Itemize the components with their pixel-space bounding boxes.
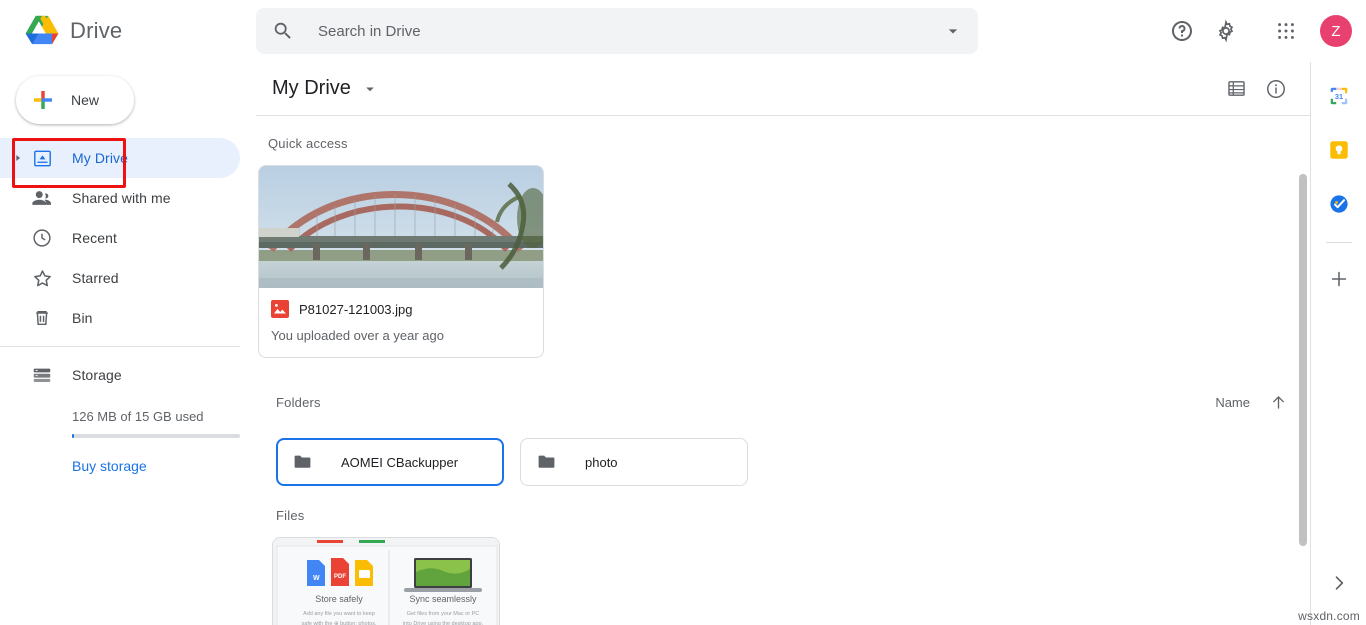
get-started-pdf-thumbnail: W PDF Store safely Add any file you want… xyxy=(273,538,499,625)
plus-icon xyxy=(31,88,55,112)
help-circle-icon[interactable] xyxy=(1160,9,1204,53)
arrow-up-icon[interactable] xyxy=(1260,384,1296,420)
search-bar[interactable] xyxy=(256,8,978,54)
sidebar-item-label: My Drive xyxy=(72,150,129,166)
expand-triangle-icon[interactable] xyxy=(6,153,30,163)
sidebar-item-my-drive[interactable]: My Drive xyxy=(0,138,240,178)
breadcrumb[interactable]: My Drive xyxy=(268,73,385,104)
folder-tile[interactable]: AOMEI CBackupper xyxy=(276,438,504,486)
search-icon xyxy=(272,20,294,42)
sidebar-item-shared-with-me[interactable]: Shared with me xyxy=(0,178,240,218)
sidebar-nav: My Drive Shared with me Recent Starred B… xyxy=(0,138,256,476)
trash-icon xyxy=(30,306,54,330)
info-circle-icon[interactable] xyxy=(1256,69,1296,109)
folder-tiles: AOMEI CBackupper photo xyxy=(276,438,1310,486)
brand-name: Drive xyxy=(70,18,123,43)
sort-control[interactable]: Name xyxy=(1215,384,1296,420)
top-bar: Drive Search in Drive Z xyxy=(0,0,1366,62)
vertical-scrollbar[interactable] xyxy=(1296,170,1310,625)
folder-tile[interactable]: photo xyxy=(520,438,748,486)
google-calendar-icon[interactable]: 31 xyxy=(1319,76,1359,116)
buy-storage-link[interactable]: Buy storage xyxy=(72,458,147,474)
svg-text:Get files from your Mac or PC: Get files from your Mac or PC xyxy=(407,611,479,617)
sidebar-item-label: Starred xyxy=(72,270,119,286)
new-button[interactable]: New xyxy=(16,76,134,124)
google-keep-icon[interactable] xyxy=(1319,130,1359,170)
avatar[interactable]: Z xyxy=(1320,15,1352,47)
content-scroll-area: Quick access P81027-121003.jpg You uploa… xyxy=(256,116,1310,625)
sidebar-item-storage[interactable]: Storage xyxy=(0,355,240,395)
add-app-plus-icon[interactable] xyxy=(1319,259,1359,299)
quick-access-card[interactable]: P81027-121003.jpg You uploaded over a ye… xyxy=(258,165,544,358)
google-drive-logo xyxy=(22,13,62,49)
watermark: wsxdn.com xyxy=(1298,609,1360,623)
sidebar-item-label: Storage xyxy=(72,367,122,383)
sidebar-item-label: Shared with me xyxy=(72,190,171,206)
search-options-chevron-down-icon[interactable] xyxy=(938,16,968,46)
star-icon xyxy=(30,266,54,290)
breadcrumb-chevron-down-icon[interactable] xyxy=(361,80,379,98)
clock-icon xyxy=(30,226,54,250)
quick-access-row: P81027-121003.jpg You uploaded over a ye… xyxy=(258,165,1310,358)
svg-text:PDF: PDF xyxy=(334,574,346,580)
main-header: My Drive xyxy=(256,62,1310,116)
sidebar-item-bin[interactable]: Bin xyxy=(0,298,240,338)
shared-with-me-icon xyxy=(30,186,54,210)
svg-text:Add any file you want to keep: Add any file you want to keep xyxy=(303,611,375,617)
folders-label: Folders xyxy=(276,394,321,410)
new-button-area: New xyxy=(0,62,256,188)
storage-progress-fill xyxy=(72,434,74,438)
file-card[interactable]: W PDF Store safely Add any file you want… xyxy=(272,537,500,625)
sidebar-item-starred[interactable]: Starred xyxy=(0,258,240,298)
quick-access-card-meta: P81027-121003.jpg You uploaded over a ye… xyxy=(259,288,543,357)
sidebar-item-label: Recent xyxy=(72,230,117,246)
svg-text:W: W xyxy=(313,575,320,582)
apps-grid-icon[interactable] xyxy=(1264,9,1308,53)
sidebar-divider xyxy=(0,346,240,347)
storage-usage-text: 126 MB of 15 GB used xyxy=(72,409,204,424)
gear-icon[interactable] xyxy=(1204,9,1248,53)
right-panel-divider xyxy=(1325,242,1352,243)
quick-access-label: Quick access xyxy=(268,136,348,151)
folder-icon xyxy=(293,452,313,472)
new-button-label: New xyxy=(71,92,100,108)
quick-access-file-name: P81027-121003.jpg xyxy=(299,301,413,317)
right-side-panel: 31 xyxy=(1310,62,1366,625)
brand[interactable]: Drive xyxy=(0,13,256,49)
bridge-photo-thumbnail xyxy=(259,166,543,288)
scrollbar-thumb[interactable] xyxy=(1299,174,1307,546)
svg-text:safe with the ⊕ button: photos: safe with the ⊕ button: photos, xyxy=(302,621,377,625)
svg-text:Sync seamlessly: Sync seamlessly xyxy=(409,594,477,604)
folder-icon xyxy=(537,452,557,472)
left-sidebar: New My Drive Shared with me Recent Starr… xyxy=(0,62,256,625)
main-content: My Drive Quick access P81027-121003.jpg … xyxy=(256,62,1310,625)
quick-access-file-subtitle: You uploaded over a year ago xyxy=(271,328,444,343)
folders-header-row: Folders Name xyxy=(276,384,1296,420)
sidebar-item-recent[interactable]: Recent xyxy=(0,218,240,258)
storage-progress-bar xyxy=(72,434,240,438)
folder-name: AOMEI CBackupper xyxy=(341,454,459,470)
svg-text:31: 31 xyxy=(1334,92,1342,101)
my-drive-icon xyxy=(30,146,54,170)
storage-icon xyxy=(30,363,54,387)
folder-name: photo xyxy=(585,454,618,470)
google-tasks-icon[interactable] xyxy=(1319,184,1359,224)
list-view-icon[interactable] xyxy=(1216,69,1256,109)
files-label: Files xyxy=(276,508,305,523)
image-file-icon xyxy=(271,300,289,318)
svg-text:Store safely: Store safely xyxy=(315,594,363,604)
search-input[interactable] xyxy=(294,22,938,40)
file-tiles: W PDF Store safely Add any file you want… xyxy=(272,537,1310,625)
svg-text:into Drive using the desktop a: into Drive using the desktop app. xyxy=(403,621,484,625)
sort-label: Name xyxy=(1215,394,1250,410)
page-title: My Drive xyxy=(272,77,351,99)
top-actions: Z xyxy=(1160,0,1352,62)
google-drive-window: Drive Search in Drive Z New My Drive Sha… xyxy=(0,0,1366,625)
expand-panel-chevron-right-icon[interactable] xyxy=(1319,563,1359,603)
sidebar-item-label: Bin xyxy=(72,310,93,326)
